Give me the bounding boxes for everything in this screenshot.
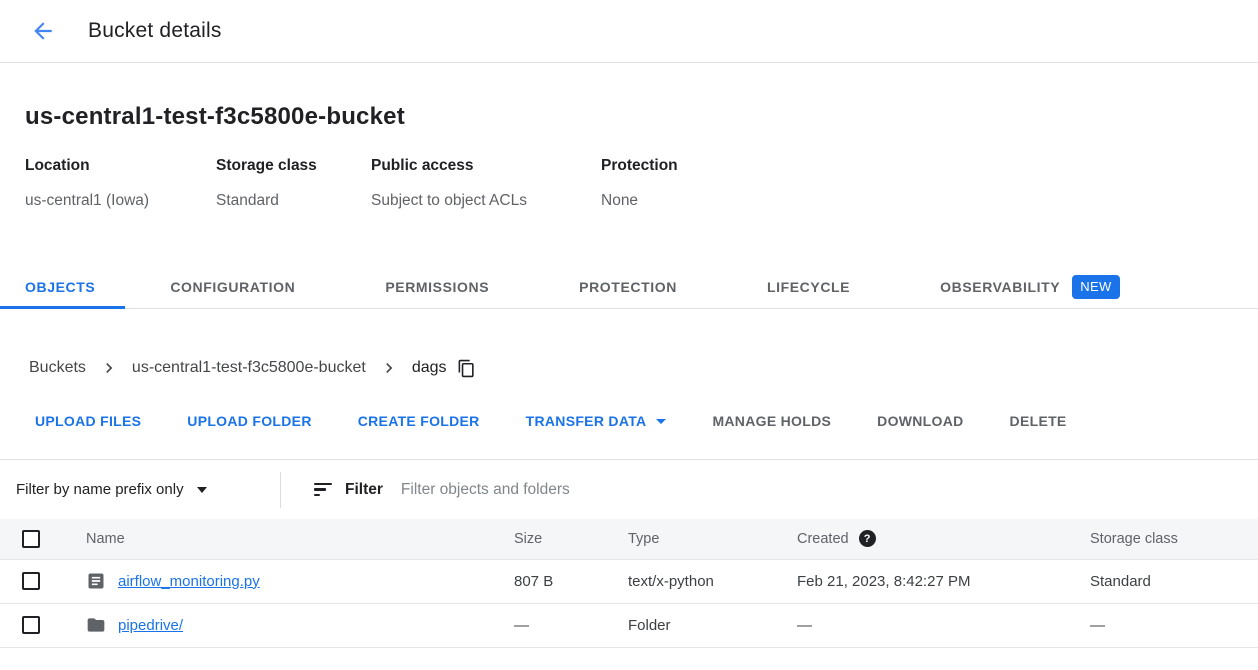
object-storage-class: Standard: [1090, 559, 1258, 603]
delete-button[interactable]: DELETE: [987, 403, 1090, 439]
tab-label: OBSERVABILITY: [940, 279, 1060, 295]
copy-icon[interactable]: [457, 358, 477, 378]
object-toolbar: UPLOAD FILES UPLOAD FOLDER CREATE FOLDER…: [0, 403, 1258, 439]
filter-label: Filter: [345, 481, 383, 499]
object-created: —: [797, 603, 1090, 647]
object-link[interactable]: pipedrive/: [118, 617, 183, 634]
meta-label: Location: [25, 157, 216, 175]
filter-bar: Filter by name prefix only Filter: [0, 460, 1258, 519]
tab-objects[interactable]: OBJECTS: [0, 267, 125, 309]
tab-label: PROTECTION: [579, 279, 677, 295]
chevron-right-icon: [99, 358, 119, 378]
filter-scope-dropdown[interactable]: Filter by name prefix only: [0, 472, 281, 508]
tab-configuration[interactable]: CONFIGURATION: [125, 267, 340, 309]
filter-icon: [314, 483, 332, 497]
row-checkbox[interactable]: [22, 572, 40, 590]
tab-permissions[interactable]: PERMISSIONS: [340, 267, 534, 309]
objects-table: Name Size Type Created ? Storage class a…: [0, 519, 1258, 648]
object-link[interactable]: airflow_monitoring.py: [118, 573, 260, 590]
button-label: TRANSFER DATA: [526, 413, 647, 429]
object-created: Feb 21, 2023, 8:42:27 PM: [797, 559, 1090, 603]
object-type: text/x-python: [628, 559, 797, 603]
back-arrow-icon[interactable]: [30, 17, 58, 45]
top-bar: Bucket details: [0, 0, 1258, 63]
tab-label: LIFECYCLE: [767, 279, 850, 295]
breadcrumb: Buckets us-central1-test-f3c5800e-bucket…: [29, 355, 1258, 381]
help-icon[interactable]: ?: [859, 530, 876, 547]
button-label: UPLOAD FILES: [35, 413, 141, 429]
table-row: pipedrive/ — Folder — —: [0, 603, 1258, 647]
column-header-storage-class: Storage class: [1090, 519, 1258, 559]
breadcrumb-buckets[interactable]: Buckets: [29, 359, 86, 377]
column-header-created: Created: [797, 531, 849, 547]
dropdown-arrow-icon: [197, 487, 207, 493]
dropdown-arrow-icon: [656, 419, 666, 424]
meta-location: Location us-central1 (Iowa): [25, 157, 216, 210]
column-header-type: Type: [628, 519, 797, 559]
button-label: DELETE: [1010, 413, 1067, 429]
button-label: MANAGE HOLDS: [712, 413, 831, 429]
filter-scope-label: Filter by name prefix only: [16, 481, 184, 498]
file-icon: [86, 571, 106, 591]
row-checkbox[interactable]: [22, 616, 40, 634]
tab-label: PERMISSIONS: [385, 279, 489, 295]
tab-bar: OBJECTS CONFIGURATION PERMISSIONS PROTEC…: [0, 267, 1258, 309]
meta-label: Public access: [371, 157, 601, 175]
transfer-data-button[interactable]: TRANSFER DATA: [503, 403, 690, 439]
meta-value: Subject to object ACLs: [371, 192, 601, 210]
object-size: 807 B: [514, 559, 628, 603]
breadcrumb-current-folder: dags: [412, 359, 447, 377]
create-folder-button[interactable]: CREATE FOLDER: [335, 403, 503, 439]
meta-label: Protection: [601, 157, 678, 175]
chevron-right-icon: [379, 358, 399, 378]
column-header-size: Size: [514, 519, 628, 559]
tab-observability[interactable]: OBSERVABILITY NEW: [895, 267, 1165, 309]
meta-storage-class: Storage class Standard: [216, 157, 371, 210]
button-label: UPLOAD FOLDER: [187, 413, 311, 429]
meta-label: Storage class: [216, 157, 371, 175]
page-title: Bucket details: [88, 19, 222, 43]
tab-lifecycle[interactable]: LIFECYCLE: [722, 267, 895, 309]
object-storage-class: —: [1090, 603, 1258, 647]
upload-folder-button[interactable]: UPLOAD FOLDER: [164, 403, 334, 439]
folder-icon: [86, 615, 106, 635]
manage-holds-button[interactable]: MANAGE HOLDS: [689, 403, 854, 439]
object-type: Folder: [628, 603, 797, 647]
upload-files-button[interactable]: UPLOAD FILES: [12, 403, 164, 439]
column-header-name: Name: [64, 519, 514, 559]
select-all-checkbox[interactable]: [22, 530, 40, 548]
tab-label: CONFIGURATION: [170, 279, 295, 295]
meta-public-access: Public access Subject to object ACLs: [371, 157, 601, 210]
filter-input[interactable]: [401, 481, 901, 499]
tab-label: OBJECTS: [25, 279, 95, 295]
object-size: —: [514, 603, 628, 647]
download-button[interactable]: DOWNLOAD: [854, 403, 986, 439]
meta-value: Standard: [216, 192, 371, 210]
button-label: CREATE FOLDER: [358, 413, 480, 429]
table-row: airflow_monitoring.py 807 B text/x-pytho…: [0, 559, 1258, 603]
meta-value: None: [601, 192, 678, 210]
bucket-name: us-central1-test-f3c5800e-bucket: [25, 103, 1258, 131]
meta-value: us-central1 (Iowa): [25, 192, 216, 210]
table-header-row: Name Size Type Created ? Storage class: [0, 519, 1258, 559]
meta-protection: Protection None: [601, 157, 678, 210]
button-label: DOWNLOAD: [877, 413, 963, 429]
bucket-meta: Location us-central1 (Iowa) Storage clas…: [25, 157, 1258, 210]
tab-protection[interactable]: PROTECTION: [534, 267, 722, 309]
new-badge: NEW: [1072, 275, 1120, 299]
breadcrumb-bucket-name[interactable]: us-central1-test-f3c5800e-bucket: [132, 359, 366, 377]
